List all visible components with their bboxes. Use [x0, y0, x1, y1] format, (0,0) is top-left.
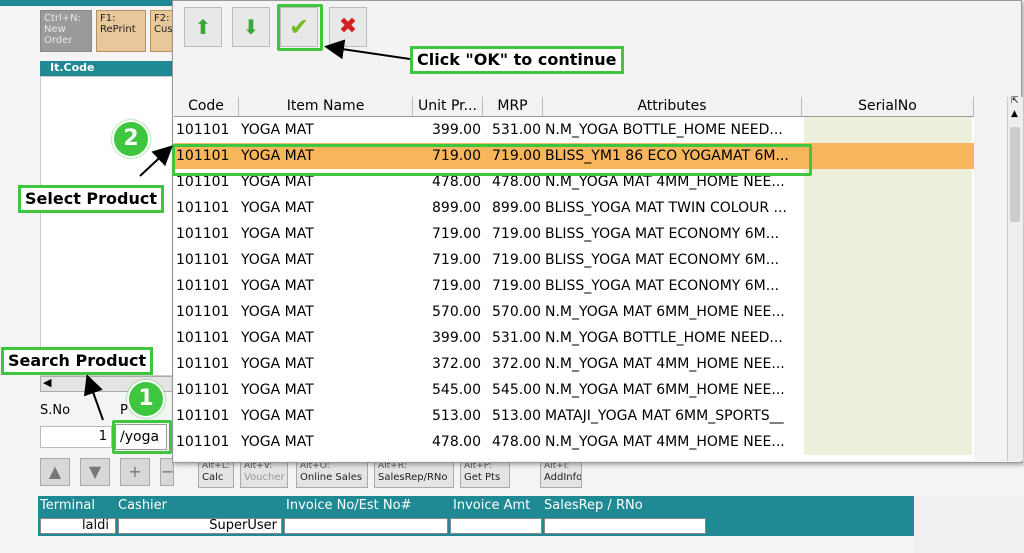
- arrow-to-selected-row: [139, 145, 173, 177]
- arrow-to-ok-button: [324, 39, 411, 60]
- arrow-to-search-label: [83, 374, 104, 421]
- annotation-arrows: [83, 39, 411, 421]
